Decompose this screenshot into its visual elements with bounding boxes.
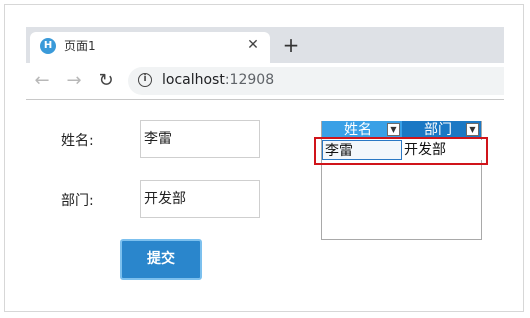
submit-button[interactable]: 提交 — [120, 239, 202, 280]
favicon-icon: H — [40, 38, 56, 54]
url-host: localhost — [162, 72, 225, 88]
tab-title: 页面1 — [64, 39, 96, 53]
dept-label: 部门: — [61, 193, 94, 209]
close-tab-icon[interactable]: ✕ — [244, 36, 262, 54]
name-label: 姓名: — [61, 133, 94, 149]
url-port: :12908 — [224, 72, 275, 88]
reload-icon[interactable]: ↻ — [96, 70, 116, 92]
forward-icon[interactable]: → — [64, 70, 84, 92]
new-tab-icon[interactable]: + — [281, 34, 301, 56]
row-highlight-box — [314, 137, 488, 165]
dept-input[interactable]: 开发部 — [140, 180, 260, 218]
column-menu-icon[interactable]: ▼ — [387, 123, 400, 136]
url-text[interactable]: localhost:12908 — [162, 71, 274, 89]
site-info-icon[interactable]: i — [138, 73, 152, 87]
name-input[interactable]: 李雷 — [140, 120, 260, 158]
column-menu-icon[interactable]: ▼ — [466, 123, 479, 136]
back-icon[interactable]: ← — [32, 70, 52, 92]
